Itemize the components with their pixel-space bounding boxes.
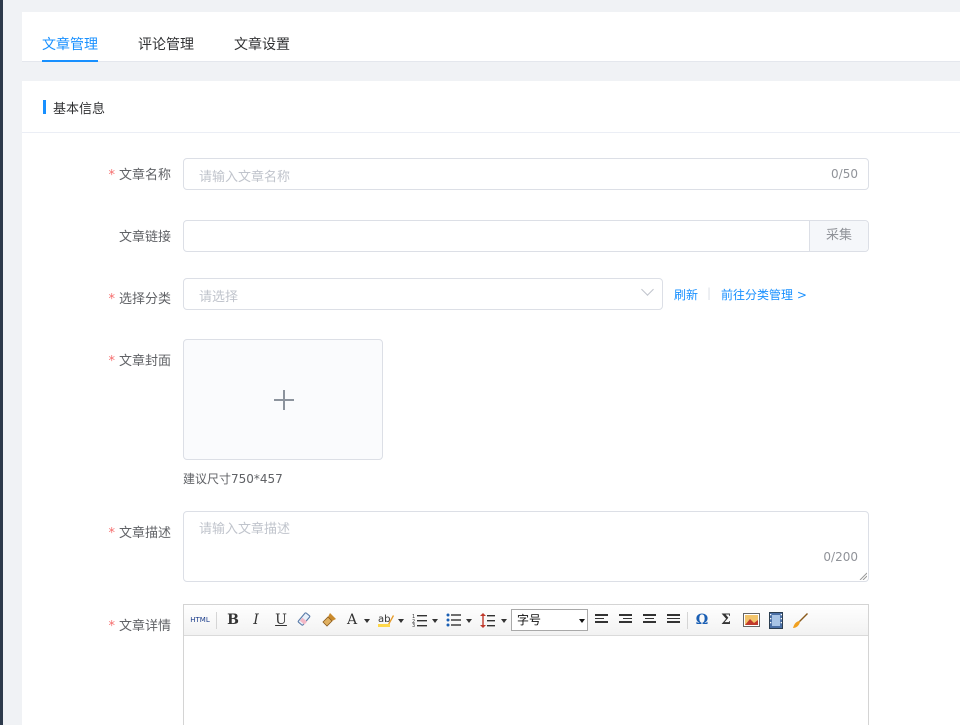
section-accent-bar — [43, 100, 46, 114]
title-label: * 文章名称 — [108, 168, 171, 183]
font-color-icon[interactable]: A — [345, 611, 359, 630]
unordered-list-dropdown-icon[interactable] — [466, 619, 472, 623]
description-textarea[interactable]: 请输入文章描述 0/200 — [183, 511, 869, 582]
underline-icon[interactable]: U — [272, 611, 290, 630]
category-label: * 选择分类 — [108, 292, 171, 307]
title-input[interactable]: 请输入文章名称 0/50 — [183, 158, 869, 190]
align-right-icon[interactable] — [619, 614, 632, 626]
description-counter: 0/200 — [823, 550, 858, 564]
html-source-icon[interactable]: HTML — [190, 611, 210, 630]
svg-text:3: 3 — [412, 623, 415, 627]
align-left-icon[interactable] — [595, 614, 608, 626]
form-card: 基本信息 * 文章名称 请输入文章名称 0/50 文章链接 采集 * 选择分类 请选… — [22, 81, 960, 725]
category-select[interactable]: 请选择 — [183, 278, 663, 310]
cover-upload[interactable] — [183, 339, 383, 460]
link-input[interactable]: 采集 — [183, 220, 869, 252]
chevron-down-icon — [578, 611, 586, 629]
link-label: 文章链接 — [118, 230, 171, 245]
category-placeholder: 请选择 — [199, 290, 239, 305]
font-size-select[interactable]: 字号 — [511, 609, 588, 631]
collect-button[interactable]: 采集 — [809, 221, 868, 251]
italic-icon[interactable]: I — [248, 611, 264, 630]
highlight-dropdown-icon[interactable] — [398, 619, 404, 623]
sidebar-edge — [0, 0, 3, 725]
cover-size-hint: 建议尺寸750*457 — [183, 472, 283, 486]
line-height-dropdown-icon[interactable] — [501, 619, 507, 623]
font-color-dropdown-icon[interactable] — [364, 619, 370, 623]
ordered-list-icon[interactable]: 123 — [412, 613, 428, 627]
refresh-link[interactable]: 刷新 — [674, 286, 698, 303]
ordered-list-dropdown-icon[interactable] — [432, 619, 438, 623]
tab-comment-management[interactable]: 评论管理 — [138, 34, 194, 54]
section-header: 基本信息 — [22, 81, 960, 133]
title-counter: 0/50 — [831, 167, 858, 181]
tab-article-settings[interactable]: 文章设置 — [234, 34, 290, 54]
image-icon[interactable] — [743, 613, 760, 627]
tab-article-management[interactable]: 文章管理 — [42, 34, 98, 62]
category-manage-link[interactable]: 前往分类管理 > — [721, 286, 807, 303]
special-char-icon[interactable]: Ω — [694, 611, 710, 630]
rich-text-editor[interactable]: HTML B I U A ab 123 字号 Ω Σ — [183, 604, 869, 725]
unordered-list-icon[interactable] — [446, 613, 462, 627]
format-painter-icon[interactable] — [321, 611, 338, 628]
chevron-down-icon — [641, 283, 654, 296]
brush-icon[interactable] — [792, 612, 809, 629]
align-justify-icon[interactable] — [667, 614, 680, 626]
section-title: 基本信息 — [53, 102, 106, 117]
formula-icon[interactable]: Σ — [718, 611, 734, 630]
editor-toolbar: HTML B I U A ab 123 字号 Ω Σ — [184, 605, 868, 636]
eraser-icon[interactable] — [297, 612, 313, 628]
align-center-icon[interactable] — [643, 614, 656, 626]
bold-icon[interactable]: B — [224, 611, 242, 630]
cover-label: * 文章封面 — [108, 354, 171, 369]
video-icon[interactable] — [769, 612, 783, 629]
line-height-icon[interactable] — [480, 612, 496, 629]
link-separator: | — [707, 286, 712, 300]
title-placeholder: 请输入文章名称 — [199, 170, 291, 185]
highlight-icon[interactable]: ab — [378, 612, 395, 627]
required-mark: * — [108, 168, 115, 183]
tabs-bar: 文章管理 评论管理 文章设置 — [22, 12, 960, 62]
description-placeholder: 请输入文章描述 — [199, 522, 291, 537]
detail-label: * 文章详情 — [108, 619, 171, 634]
description-label: * 文章描述 — [108, 526, 171, 541]
resize-handle-icon[interactable] — [859, 572, 867, 580]
